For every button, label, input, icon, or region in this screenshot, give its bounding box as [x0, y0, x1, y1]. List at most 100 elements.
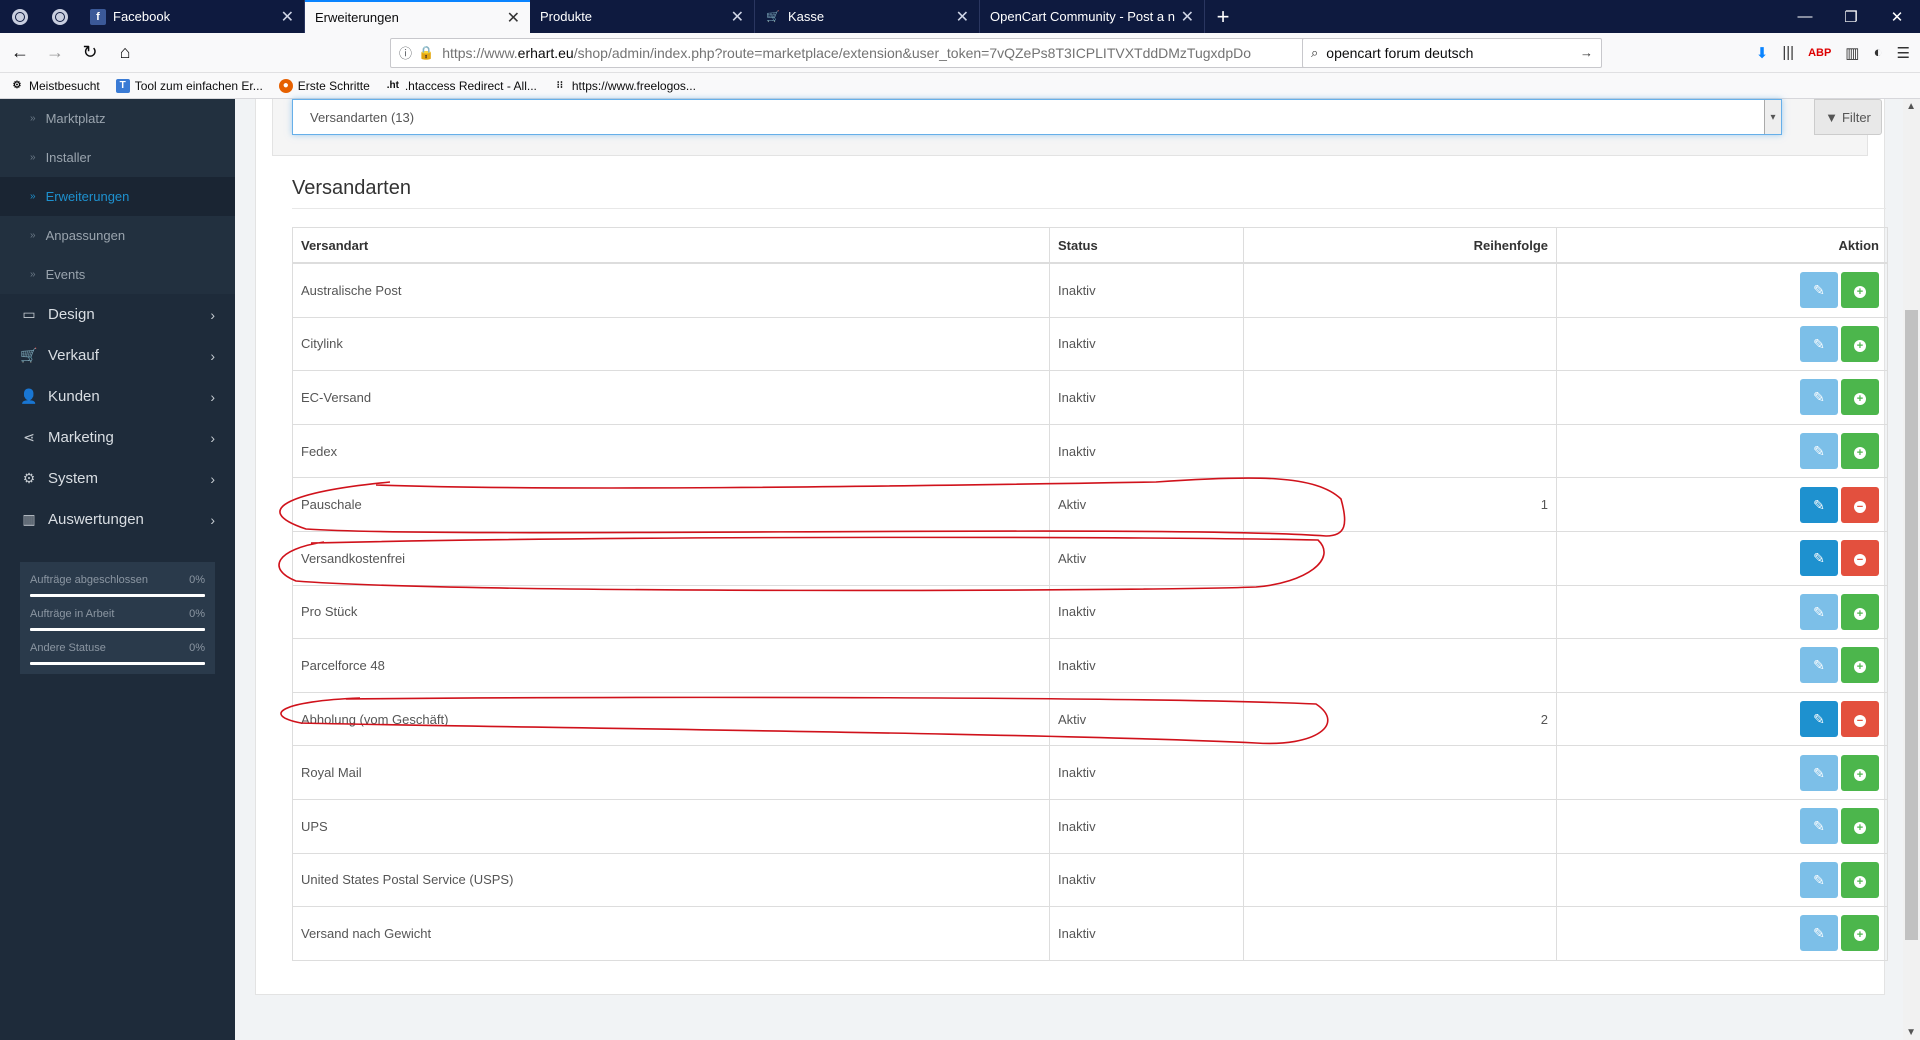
extension-icon[interactable]: ◐ — [1873, 44, 1882, 61]
sidebar-item-marktplatz[interactable]: » Marktplatz — [0, 99, 235, 138]
sidebar-toggle-icon[interactable]: ▥ — [1845, 44, 1859, 62]
filter-button[interactable]: ▼ Filter — [1814, 99, 1882, 135]
scroll-down-icon[interactable]: ▼ — [1906, 1027, 1916, 1038]
shipping-table: Versandart Status Reihenfolge Aktion Aus… — [292, 227, 1888, 961]
stat-label: Aufträge abgeschlossen — [30, 574, 149, 586]
search-bar[interactable]: ⌕ opencart forum deutsch → — [1302, 37, 1602, 68]
search-go-icon[interactable]: → — [1580, 45, 1593, 60]
forward-icon[interactable]: → — [40, 38, 70, 68]
browser-tab[interactable]: f Facebook ✕ — [80, 0, 305, 33]
install-button[interactable]: + — [1841, 754, 1879, 791]
sidebar-item-anpassungen[interactable]: » Anpassungen — [0, 216, 235, 255]
download-icon[interactable]: ⬇ — [1756, 44, 1769, 62]
edit-button[interactable]: ✎ — [1800, 808, 1838, 845]
url-text[interactable]: https://www.erhart.eu/shop/admin/index.p… — [442, 45, 1352, 61]
edit-button[interactable]: ✎ — [1800, 647, 1838, 684]
install-button[interactable]: + — [1841, 808, 1879, 845]
cell-actions: ✎ + — [1556, 423, 1888, 479]
chevron-down-icon[interactable]: ▾ — [1764, 100, 1781, 134]
back-icon[interactable]: ← — [5, 38, 35, 68]
install-button[interactable]: + — [1841, 379, 1879, 416]
browser-tab[interactable]: 🛒 Kasse ✕ — [755, 0, 980, 33]
cell-actions: ✎ − — [1556, 530, 1888, 586]
close-tab-icon[interactable]: ✕ — [731, 7, 744, 27]
close-window-icon[interactable]: ✕ — [1874, 0, 1920, 33]
edit-button[interactable]: ✎ — [1800, 325, 1838, 362]
install-button[interactable]: + — [1841, 647, 1879, 684]
pencil-icon: ✎ — [1813, 335, 1825, 352]
uninstall-button[interactable]: − — [1841, 540, 1879, 577]
cell-order — [1243, 798, 1557, 854]
pinned-tab[interactable] — [0, 0, 40, 33]
install-button[interactable]: + — [1841, 861, 1879, 898]
bookmark-item[interactable]: ● Erste Schritte — [278, 78, 370, 93]
cell-actions: ✎ − — [1556, 477, 1888, 532]
browser-tab-active[interactable]: Erweiterungen ✕ — [305, 0, 530, 33]
uninstall-button[interactable]: − — [1841, 486, 1879, 523]
edit-button[interactable]: ✎ — [1800, 379, 1838, 416]
restore-icon[interactable]: ❐ — [1828, 0, 1874, 33]
sidebar-item-events[interactable]: » Events — [0, 255, 235, 294]
pinned-tab[interactable] — [40, 0, 80, 33]
info-icon[interactable]: ⓘ — [399, 43, 412, 62]
menu-icon[interactable]: ☰ — [1897, 44, 1910, 62]
sidebar-item-erweiterungen[interactable]: » Erweiterungen — [0, 177, 235, 216]
page-scrollbar[interactable]: ▲ ▼ — [1903, 99, 1920, 1040]
edit-button[interactable]: ✎ — [1800, 754, 1838, 791]
sidebar-menu-system[interactable]: ⚙ System › — [0, 458, 235, 499]
sidebar-menu-kunden[interactable]: 👤 Kunden › — [0, 376, 235, 417]
edit-button[interactable]: ✎ — [1800, 486, 1838, 523]
uninstall-button[interactable]: − — [1841, 701, 1879, 738]
firefox-icon: ● — [278, 78, 293, 93]
edit-button[interactable]: ✎ — [1800, 593, 1838, 630]
install-button[interactable]: + — [1841, 915, 1879, 952]
new-tab-button[interactable]: + — [1205, 0, 1241, 33]
close-tab-icon[interactable]: ✕ — [1181, 7, 1194, 27]
scroll-up-icon[interactable]: ▲ — [1906, 101, 1916, 112]
bookmark-item[interactable]: ⚙ Meistbesucht — [10, 79, 100, 93]
extension-type-select[interactable]: Versandarten (13) ▾ — [292, 99, 1782, 135]
close-tab-icon[interactable]: ✕ — [507, 8, 520, 28]
minimize-icon[interactable]: — — [1782, 0, 1828, 33]
home-icon[interactable]: ⌂ — [110, 38, 140, 68]
plus-circle-icon: + — [1854, 822, 1866, 835]
cell-name: Versand nach Gewicht — [292, 906, 1050, 961]
sidebar-menu-auswertungen[interactable]: ▥ Auswertungen › — [0, 499, 235, 540]
sidebar-menu-marketing[interactable]: ⋖ Marketing › — [0, 417, 235, 458]
library-icon[interactable]: ||| — [1782, 44, 1794, 61]
edit-button[interactable]: ✎ — [1800, 433, 1838, 470]
cell-name: Versandkostenfrei — [292, 530, 1050, 586]
sidebar-menu-verkauf[interactable]: 🛒 Verkauf › — [0, 335, 235, 376]
edit-button[interactable]: ✎ — [1800, 701, 1838, 738]
cell-status: Inaktiv — [1049, 638, 1244, 693]
edit-button[interactable]: ✎ — [1800, 915, 1838, 952]
browser-tab[interactable]: Produkte ✕ — [530, 0, 755, 33]
edit-button[interactable]: ✎ — [1800, 540, 1838, 577]
edit-button[interactable]: ✎ — [1800, 861, 1838, 898]
install-button[interactable]: + — [1841, 433, 1879, 470]
close-tab-icon[interactable]: ✕ — [956, 7, 969, 27]
url-bar[interactable]: ⓘ 🔒 https://www.erhart.eu/shop/admin/ind… — [390, 37, 1432, 68]
tool-icon: T — [115, 78, 130, 93]
adblock-icon[interactable]: ABP — [1808, 47, 1831, 59]
install-button[interactable]: + — [1841, 593, 1879, 630]
install-button[interactable]: + — [1841, 325, 1879, 362]
bookmark-item[interactable]: T Tool zum einfachen Er... — [115, 78, 263, 93]
plus-circle-icon: + — [1854, 393, 1866, 406]
close-tab-icon[interactable]: ✕ — [281, 7, 294, 27]
bookmark-item[interactable]: .ht .htaccess Redirect - All... — [386, 79, 537, 93]
install-button[interactable]: + — [1841, 272, 1879, 309]
bookmark-item[interactable]: ⁝⁝ https://www.freelogos... — [553, 79, 696, 93]
url-prefix: https://www. — [442, 44, 518, 61]
scrollbar-thumb[interactable] — [1905, 310, 1918, 940]
reload-icon[interactable]: ↻ — [75, 38, 105, 68]
sidebar-item-installer[interactable]: » Installer — [0, 138, 235, 177]
tab-label: Erweiterungen — [315, 10, 399, 25]
tab-label: OpenCart Community - Post a new — [990, 9, 1175, 24]
search-value[interactable]: opencart forum deutsch — [1326, 45, 1580, 61]
sidebar-menu-design[interactable]: ▭ Design › — [0, 294, 235, 335]
browser-tab[interactable]: OpenCart Community - Post a new ✕ — [980, 0, 1205, 33]
cell-order — [1243, 262, 1557, 318]
pencil-icon: ✎ — [1813, 389, 1825, 406]
edit-button[interactable]: ✎ — [1800, 272, 1838, 309]
